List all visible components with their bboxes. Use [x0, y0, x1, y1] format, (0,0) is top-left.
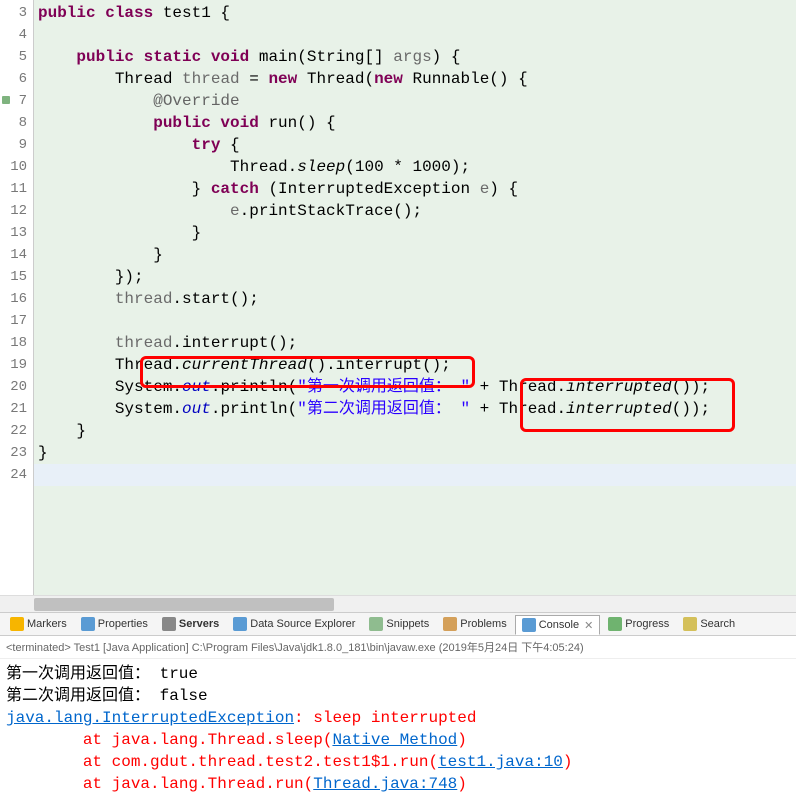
code-line[interactable]: try {: [34, 134, 796, 156]
console-line: at com.gdut.thread.test2.test1$1.run(tes…: [6, 751, 790, 773]
code-line[interactable]: System.out.println("第二次调用返回值： " + Thread…: [34, 398, 796, 420]
code-editor[interactable]: 3456789101112131415161718192021222324 pu…: [0, 0, 796, 595]
line-number: 17: [0, 310, 33, 332]
line-number: 18: [0, 332, 33, 354]
view-tab-markers[interactable]: Markers: [4, 615, 73, 633]
console-line: 第一次调用返回值： true: [6, 663, 790, 685]
line-number: 8: [0, 112, 33, 134]
view-tab-progress[interactable]: Progress: [602, 615, 675, 633]
line-number: 13: [0, 222, 33, 244]
line-number: 24: [0, 464, 33, 486]
tab-icon: [443, 617, 457, 631]
line-number: 22: [0, 420, 33, 442]
code-line[interactable]: public class test1 {: [34, 2, 796, 24]
stacktrace-link[interactable]: Native Method: [332, 731, 457, 749]
tab-icon: [162, 617, 176, 631]
code-line[interactable]: [34, 464, 796, 486]
line-number: 20: [0, 376, 33, 398]
tab-icon: [683, 617, 697, 631]
tab-icon: [233, 617, 247, 631]
view-tab-console[interactable]: Console ✕: [515, 615, 601, 635]
console-output[interactable]: 第一次调用返回值： true第二次调用返回值： falsejava.lang.I…: [0, 659, 796, 799]
code-line[interactable]: thread.start();: [34, 288, 796, 310]
line-number: 14: [0, 244, 33, 266]
line-number: 6: [0, 68, 33, 90]
tab-icon: [10, 617, 24, 631]
tab-label: Progress: [625, 618, 669, 630]
tab-label: Problems: [460, 618, 506, 630]
view-tab-problems[interactable]: Problems: [437, 615, 512, 633]
line-number: 19: [0, 354, 33, 376]
horizontal-scrollbar[interactable]: [0, 595, 796, 612]
close-icon[interactable]: ✕: [584, 619, 593, 632]
line-number: 3: [0, 2, 33, 24]
tab-icon: [81, 617, 95, 631]
code-line[interactable]: public static void main(String[] args) {: [34, 46, 796, 68]
code-line[interactable]: @Override: [34, 90, 796, 112]
tab-label: Servers: [179, 618, 219, 630]
scrollbar-thumb[interactable]: [34, 598, 334, 611]
tab-label: Markers: [27, 618, 67, 630]
code-line[interactable]: e.printStackTrace();: [34, 200, 796, 222]
line-number: 5: [0, 46, 33, 68]
tab-icon: [522, 618, 536, 632]
line-number: 11: [0, 178, 33, 200]
code-line[interactable]: [34, 24, 796, 46]
code-line[interactable]: public void run() {: [34, 112, 796, 134]
line-number-gutter: 3456789101112131415161718192021222324: [0, 0, 34, 595]
tab-label: Console: [539, 619, 579, 631]
code-line[interactable]: Thread.currentThread().interrupt();: [34, 354, 796, 376]
console-line: 第二次调用返回值： false: [6, 685, 790, 707]
console-line: at java.lang.Thread.run(Thread.java:748): [6, 773, 790, 795]
code-line[interactable]: } catch (InterruptedException e) {: [34, 178, 796, 200]
view-tab-data-source-explorer[interactable]: Data Source Explorer: [227, 615, 361, 633]
line-number: 4: [0, 24, 33, 46]
view-tab-snippets[interactable]: Snippets: [363, 615, 435, 633]
code-line[interactable]: [34, 310, 796, 332]
view-tab-servers[interactable]: Servers: [156, 615, 225, 633]
line-number: 21: [0, 398, 33, 420]
tab-icon: [608, 617, 622, 631]
stacktrace-link[interactable]: Thread.java:748: [313, 775, 457, 793]
console-line: at java.lang.Thread.sleep(Native Method): [6, 729, 790, 751]
tab-label: Properties: [98, 618, 148, 630]
console-process-label: <terminated> Test1 [Java Application] C:…: [0, 636, 796, 659]
views-tabbar[interactable]: Markers Properties Servers Data Source Expl…: [0, 612, 796, 636]
line-number: 7: [0, 90, 33, 112]
view-tab-properties[interactable]: Properties: [75, 615, 154, 633]
code-line[interactable]: Thread thread = new Thread(new Runnable(…: [34, 68, 796, 90]
code-line[interactable]: });: [34, 266, 796, 288]
stacktrace-link[interactable]: test1.java:10: [438, 753, 563, 771]
tab-label: Search: [700, 618, 735, 630]
tab-icon: [369, 617, 383, 631]
line-number: 23: [0, 442, 33, 464]
tab-label: Data Source Explorer: [250, 618, 355, 630]
line-number: 10: [0, 156, 33, 178]
code-line[interactable]: }: [34, 442, 796, 464]
view-tab-search[interactable]: Search: [677, 615, 741, 633]
code-line[interactable]: Thread.sleep(100 * 1000);: [34, 156, 796, 178]
line-number: 16: [0, 288, 33, 310]
console-line: java.lang.InterruptedException: sleep in…: [6, 707, 790, 729]
code-line[interactable]: }: [34, 222, 796, 244]
code-line[interactable]: System.out.println("第一次调用返回值： " + Thread…: [34, 376, 796, 398]
code-area[interactable]: public class test1 { public static void …: [34, 0, 796, 595]
tab-label: Snippets: [386, 618, 429, 630]
code-line[interactable]: }: [34, 244, 796, 266]
line-number: 15: [0, 266, 33, 288]
stacktrace-link[interactable]: java.lang.InterruptedException: [6, 709, 294, 727]
code-line[interactable]: thread.interrupt();: [34, 332, 796, 354]
line-number: 9: [0, 134, 33, 156]
code-line[interactable]: }: [34, 420, 796, 442]
line-number: 12: [0, 200, 33, 222]
